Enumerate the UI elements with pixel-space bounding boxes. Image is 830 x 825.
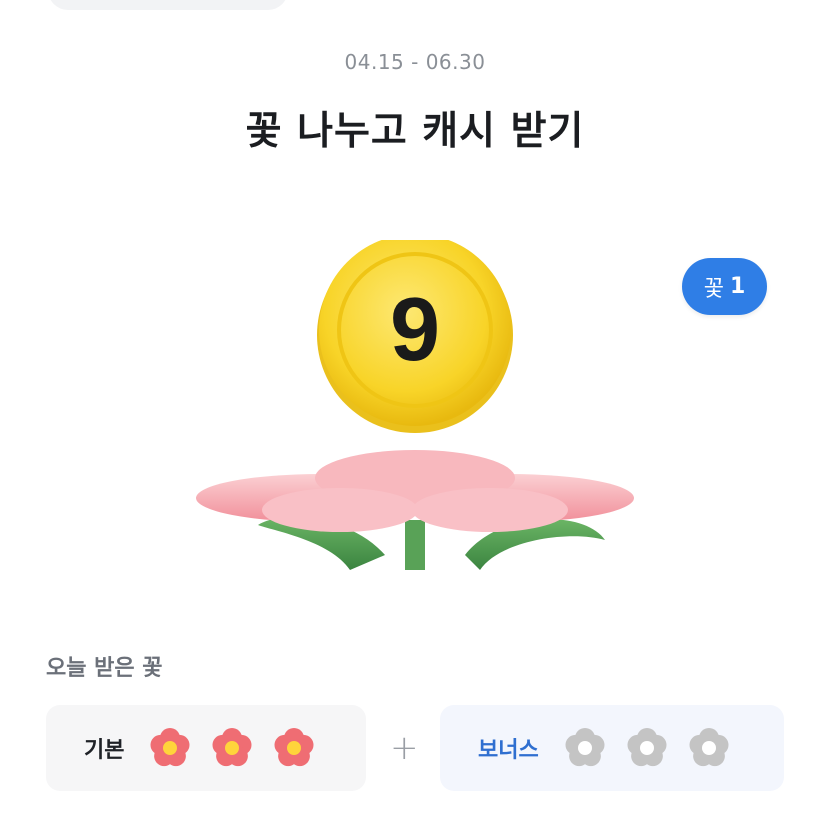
basic-flowers-card: 기본 <box>46 705 366 791</box>
flower-coin-illustration: 9 <box>196 240 634 570</box>
bonus-flower-icons <box>563 726 731 770</box>
coin-value: 9 <box>390 280 440 380</box>
petals <box>196 450 634 532</box>
top-tab-pill[interactable] <box>48 0 288 10</box>
today-flowers-label: 오늘 받은 꽃 <box>46 656 163 681</box>
basic-flower-icons <box>148 726 316 770</box>
event-period: 04.15 - 06.30 <box>344 50 486 74</box>
coin: 9 <box>317 240 513 433</box>
flower-filled-icon <box>274 728 314 767</box>
flower-badge-count: 1 <box>729 274 746 299</box>
flower-empty-icon <box>627 728 667 767</box>
flower-empty-icon <box>689 728 729 767</box>
flower-badge-label: 꽃 <box>703 276 724 302</box>
flower-count-badge[interactable]: 꽃 1 <box>682 258 767 315</box>
plus-sign: + <box>390 728 419 768</box>
flower-filled-icon <box>150 728 190 767</box>
bonus-card-title: 보너스 <box>478 738 539 763</box>
page-title: 꽃 나누고 캐시 받기 <box>245 109 585 154</box>
bonus-flowers-card: 보너스 <box>440 705 784 791</box>
flower-empty-icon <box>565 728 605 767</box>
basic-card-title: 기본 <box>84 738 125 763</box>
flower-filled-icon <box>212 728 252 767</box>
